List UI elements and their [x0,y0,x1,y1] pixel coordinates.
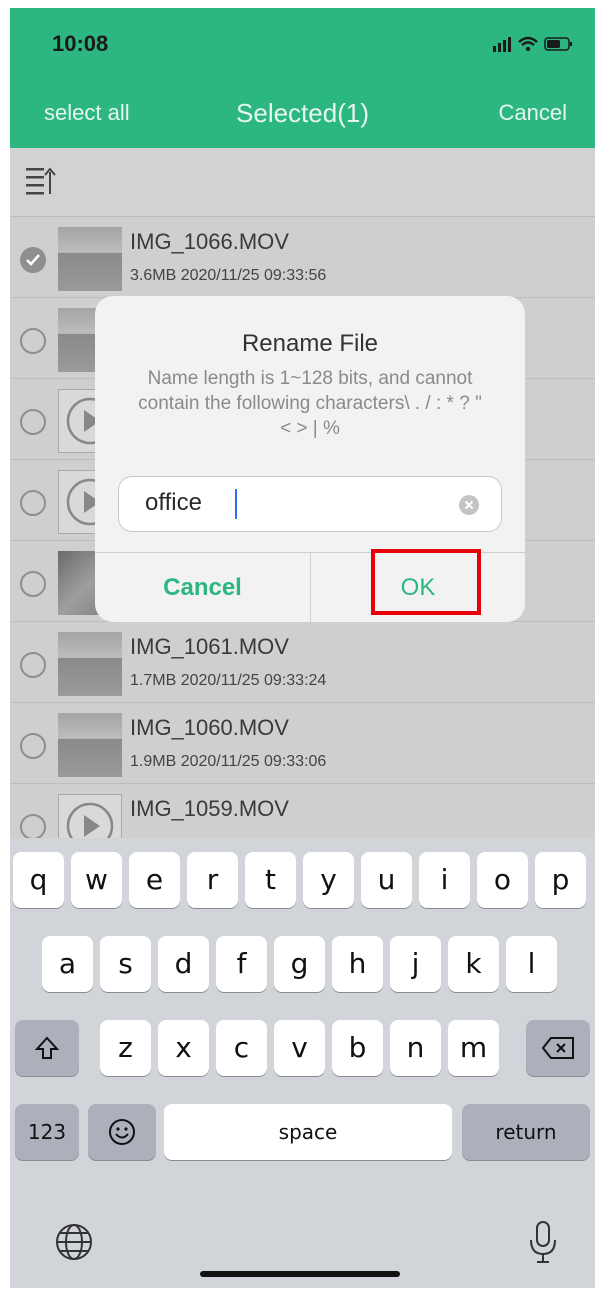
list-item[interactable]: IMG_1066.MOV 3.6MB 2020/11/25 09:33:56 [10,217,595,298]
rename-dialog: Rename File Name length is 1~128 bits, a… [95,296,525,622]
ok-highlight-box [371,549,481,615]
shift-icon [34,1036,60,1059]
key-a[interactable]: a [42,936,93,992]
file-meta: 3.6MB 2020/11/25 09:33:56 [130,267,327,284]
dialog-title: Rename File [241,330,379,357]
return-key[interactable]: return [462,1104,590,1160]
key-s[interactable]: s [100,936,151,992]
key-e[interactable]: e [129,852,180,908]
key-o[interactable]: o [477,852,528,908]
file-name: IMG_1061.MOV [130,634,289,659]
file-thumbnail [58,227,122,291]
signal-icon [493,37,511,52]
file-meta: 1.9MB 2020/11/25 09:33:06 [130,753,327,770]
key-c[interactable]: c [216,1020,267,1076]
key-r[interactable]: r [187,852,238,908]
unchecked-circle-icon[interactable] [20,652,46,678]
status-icons [493,36,572,52]
key-q[interactable]: q [13,852,64,908]
key-m[interactable]: m [448,1020,499,1076]
key-u[interactable]: u [361,852,412,908]
key-l[interactable]: l [506,936,557,992]
filename-input[interactable]: office [118,476,502,532]
delete-key[interactable] [526,1020,590,1076]
filename-input-value: office [145,489,202,516]
onscreen-keyboard: q w e r t y u i o p a s d f g h j k l z … [10,838,595,1288]
key-n[interactable]: n [390,1020,441,1076]
list-item[interactable]: IMG_1061.MOV 1.7MB 2020/11/25 09:33:24 [10,622,595,703]
key-p[interactable]: p [535,852,586,908]
text-cursor [235,489,237,519]
numbers-key[interactable]: 123 [15,1104,79,1160]
key-z[interactable]: z [100,1020,151,1076]
file-name: IMG_1066.MOV [130,229,289,254]
file-thumbnail [58,713,122,777]
key-f[interactable]: f [216,936,267,992]
key-j[interactable]: j [390,936,441,992]
key-v[interactable]: v [274,1020,325,1076]
unchecked-circle-icon[interactable] [20,490,46,516]
list-toolbar [10,148,595,217]
home-indicator [200,1271,400,1277]
key-d[interactable]: d [158,936,209,992]
file-name: IMG_1060.MOV [130,715,289,740]
unchecked-circle-icon[interactable] [20,733,46,759]
battery-icon [544,37,572,51]
selected-check-icon[interactable] [20,247,46,273]
dialog-cancel-button[interactable]: Cancel [95,553,310,622]
key-i[interactable]: i [419,852,470,908]
globe-icon[interactable] [54,1222,94,1262]
status-time: 10:08 [52,31,109,56]
key-k[interactable]: k [448,936,499,992]
unchecked-circle-icon[interactable] [20,571,46,597]
key-w[interactable]: w [71,852,122,908]
list-item[interactable]: IMG_1060.MOV 1.9MB 2020/11/25 09:33:06 [10,703,595,784]
key-b[interactable]: b [332,1020,383,1076]
key-h[interactable]: h [332,936,383,992]
unchecked-circle-icon[interactable] [20,814,46,840]
file-meta: 1.7MB 2020/11/25 09:33:24 [130,672,327,689]
cancel-selection-button[interactable]: Cancel [499,100,567,126]
shift-key[interactable] [15,1020,79,1076]
wifi-icon [518,36,538,52]
emoji-key[interactable] [88,1104,156,1160]
file-name: IMG_1059.MOV [130,796,289,821]
unchecked-circle-icon[interactable] [20,409,46,435]
dialog-message: Name length is 1~128 bits, and cannot co… [138,368,482,439]
key-y[interactable]: y [303,852,354,908]
key-g[interactable]: g [274,936,325,992]
sort-icon[interactable] [26,166,56,198]
phone-screen: 10:08 select all Selected(1) Cancel IMG_… [10,8,595,1288]
space-key[interactable]: space [164,1104,452,1160]
app-header: 10:08 select all Selected(1) Cancel [10,8,595,148]
emoji-icon [109,1119,135,1145]
key-t[interactable]: t [245,852,296,908]
backspace-icon [541,1037,574,1059]
file-thumbnail [58,632,122,696]
unchecked-circle-icon[interactable] [20,328,46,354]
clear-icon[interactable] [459,495,479,515]
key-x[interactable]: x [158,1020,209,1076]
microphone-icon[interactable] [528,1220,558,1264]
